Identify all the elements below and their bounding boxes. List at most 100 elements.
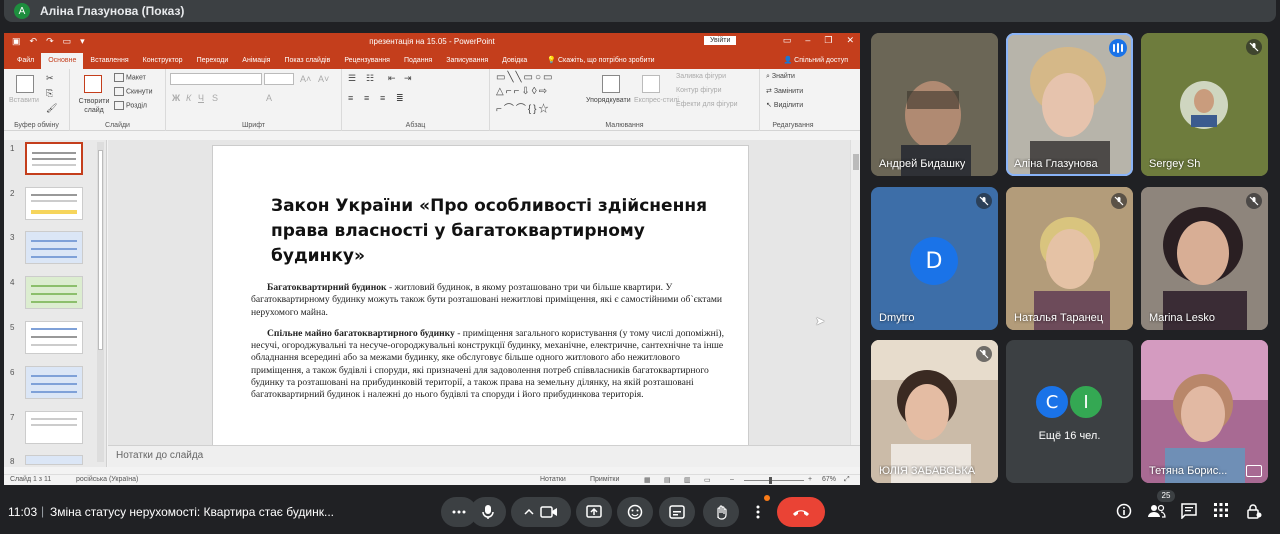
- zoom-slider[interactable]: [744, 480, 804, 481]
- tab-recording[interactable]: Записування: [439, 57, 495, 69]
- tab-slideshow[interactable]: Показ слайдів: [277, 57, 337, 69]
- shape-effects-button[interactable]: Ефекти для фігури: [676, 101, 738, 108]
- host-controls-button[interactable]: [1246, 503, 1262, 524]
- zoom-slider-thumb[interactable]: [769, 477, 772, 484]
- more-options-button[interactable]: [746, 495, 770, 527]
- meeting-info-button[interactable]: [1116, 503, 1132, 524]
- new-slide-button[interactable]: Створити слайд: [76, 97, 112, 115]
- comments-toggle[interactable]: Примітки: [590, 476, 619, 483]
- paste-icon[interactable]: [16, 75, 34, 93]
- slide-thumbnail[interactable]: [25, 231, 83, 264]
- slide-thumbnail[interactable]: [25, 187, 83, 220]
- slide-thumbnail[interactable]: [25, 455, 83, 465]
- leave-call-button[interactable]: [777, 497, 825, 527]
- participant-tile[interactable]: D Dmytro: [871, 187, 998, 330]
- tab-transitions[interactable]: Переходи: [190, 57, 236, 69]
- slideshow-view-icon[interactable]: ▭: [704, 476, 711, 484]
- arrange-icon[interactable]: [602, 75, 620, 93]
- bullets-icon[interactable]: ☰: [348, 73, 356, 84]
- tab-review[interactable]: Рецензування: [337, 57, 397, 69]
- find-button[interactable]: ⌕ Знайти: [766, 73, 795, 81]
- tab-animations[interactable]: Анімація: [235, 57, 277, 69]
- new-slide-icon[interactable]: [84, 75, 102, 93]
- notes-pane[interactable]: Нотатки до слайда: [108, 445, 860, 467]
- activities-button[interactable]: [1214, 503, 1228, 522]
- notes-toggle[interactable]: Нотатки: [540, 476, 566, 483]
- zoom-level[interactable]: 67%: [822, 476, 836, 483]
- participant-tile[interactable]: ЮЛІЯ ЗАБАВСЬКА: [871, 340, 998, 483]
- indent-increase-icon[interactable]: ⇥: [404, 73, 412, 84]
- shapes-gallery[interactable]: ▭╲╲▭○▭: [496, 72, 554, 83]
- maximize-icon[interactable]: ❐: [824, 35, 832, 46]
- copy-icon[interactable]: ⎘: [46, 88, 53, 99]
- reading-view-icon[interactable]: ▥: [684, 476, 691, 484]
- slide-thumbnail[interactable]: [25, 411, 83, 444]
- participant-tile[interactable]: Тетяна Борис...: [1141, 340, 1268, 483]
- numbering-icon[interactable]: ☷: [366, 73, 374, 84]
- shape-outline-button[interactable]: Контур фігури: [676, 87, 721, 94]
- raise-hand-button[interactable]: [703, 497, 739, 527]
- reset-button[interactable]: Скинути: [114, 87, 153, 96]
- language-indicator[interactable]: російська (Україна): [76, 476, 138, 483]
- shapes-gallery-row2[interactable]: △⌐⌐⇩◊⇨: [496, 86, 549, 97]
- tab-home[interactable]: Основне: [41, 53, 84, 69]
- align-left-icon[interactable]: ≡: [348, 93, 353, 103]
- font-size-field[interactable]: [264, 73, 294, 85]
- cut-icon[interactable]: ✂: [46, 73, 54, 84]
- slide-thumbnail[interactable]: [25, 366, 83, 399]
- shape-fill-button[interactable]: Заливка фігури: [676, 73, 726, 80]
- participant-tile[interactable]: Наталья Таранец: [1006, 187, 1133, 330]
- slide-title[interactable]: Закон України «Про особливості здійсненн…: [271, 194, 731, 269]
- replace-button[interactable]: ⇄ Замінити: [766, 87, 803, 95]
- format-painter-icon[interactable]: 🖌: [46, 103, 57, 114]
- slide-thumbnail[interactable]: [25, 276, 83, 309]
- slide-thumbnail[interactable]: [25, 321, 83, 354]
- close-icon[interactable]: ✕: [846, 35, 854, 46]
- bold-icon[interactable]: Ж: [172, 93, 180, 103]
- quick-styles-icon[interactable]: [642, 75, 660, 93]
- underline-icon[interactable]: Ч: [198, 93, 204, 103]
- layout-button[interactable]: Макет: [114, 73, 146, 82]
- zoom-in-icon[interactable]: +: [808, 476, 812, 483]
- share-button[interactable]: 👤 Спільний доступ: [784, 56, 849, 64]
- tab-insert[interactable]: Вставлення: [83, 57, 135, 69]
- zoom-out-icon[interactable]: –: [730, 476, 734, 483]
- current-slide[interactable]: Закон України «Про особливості здійсненн…: [212, 145, 749, 447]
- tab-help[interactable]: Довідка: [495, 57, 534, 69]
- italic-icon[interactable]: К: [186, 93, 191, 103]
- minimize-icon[interactable]: –: [805, 35, 810, 46]
- normal-view-icon[interactable]: ▦: [644, 476, 651, 484]
- chat-button[interactable]: [1181, 503, 1197, 524]
- ribbon-options-icon[interactable]: ▭: [783, 35, 792, 46]
- tab-design[interactable]: Конструктор: [136, 57, 190, 69]
- align-right-icon[interactable]: ≡: [380, 93, 385, 103]
- participant-tile[interactable]: Sergey Sh: [1141, 33, 1268, 176]
- people-button[interactable]: [1148, 503, 1166, 524]
- emoji-reactions-button[interactable]: [617, 497, 653, 527]
- tab-view[interactable]: Подання: [397, 57, 439, 69]
- captions-button[interactable]: [659, 497, 695, 527]
- participant-tile[interactable]: Андрей Бидашку: [871, 33, 998, 176]
- others-tile[interactable]: C I Ещё 16 чел.: [1006, 340, 1133, 483]
- strikethrough-icon[interactable]: S: [212, 93, 218, 103]
- font-color-icon[interactable]: A: [266, 93, 272, 103]
- present-button[interactable]: [576, 497, 612, 527]
- quick-styles-button[interactable]: Експрес-стилі: [634, 97, 679, 104]
- align-center-icon[interactable]: ≡: [364, 93, 369, 103]
- slide-body[interactable]: Багатоквартирний будинок - житловий буди…: [251, 282, 726, 411]
- tab-file[interactable]: Файл: [10, 57, 41, 69]
- shrink-font-icon[interactable]: A˅: [318, 74, 329, 84]
- slide-thumbnail[interactable]: [25, 142, 83, 175]
- indent-decrease-icon[interactable]: ⇤: [388, 73, 396, 84]
- font-family-field[interactable]: [170, 73, 262, 85]
- sign-in-button[interactable]: Увійти: [704, 36, 737, 45]
- section-button[interactable]: Розділ: [114, 101, 147, 110]
- grow-font-icon[interactable]: A˄: [300, 74, 311, 84]
- camera-button[interactable]: [511, 497, 571, 527]
- fit-slide-icon[interactable]: ⤢: [844, 476, 850, 484]
- participant-tile[interactable]: Аліна Глазунова: [1006, 33, 1133, 176]
- sorter-view-icon[interactable]: ▤: [664, 476, 671, 484]
- thumbnails-scrollbar[interactable]: [97, 142, 104, 462]
- microphone-button[interactable]: [470, 497, 506, 527]
- paste-label[interactable]: Вставити: [9, 97, 39, 104]
